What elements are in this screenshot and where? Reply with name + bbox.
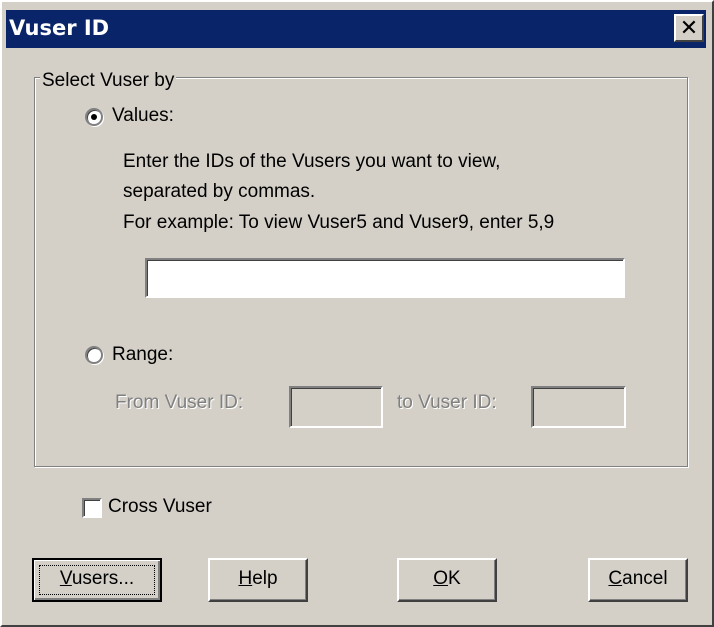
from-vuser-id-input[interactable] [289,386,383,428]
help-label-rest: elp [252,568,278,589]
instructions-line-3: For example: To view Vuser5 and Vuser9, … [123,212,555,233]
ok-button[interactable]: OK [397,558,497,602]
close-icon: ✕ [679,15,699,40]
cancel-button[interactable]: Cancel [588,558,688,602]
values-input[interactable] [145,258,625,298]
cross-vuser-checkbox[interactable] [82,498,102,518]
vuser-id-dialog: Vuser ID ✕ Select Vuser by Values: Enter… [0,0,714,627]
to-vuser-id-label: to Vuser ID: [397,392,497,413]
range-radio-label[interactable]: Range: [112,343,173,367]
vusers-button[interactable]: Vusers... [32,558,162,602]
instructions-line-2: separated by commas. [123,181,316,202]
values-radio-label[interactable]: Values: [112,104,174,128]
from-vuser-id-label: From Vuser ID: [115,392,244,413]
cancel-label-rest: ancel [622,568,668,589]
ok-mnemonic: O [433,568,449,589]
to-vuser-id-input[interactable] [531,386,626,428]
group-legend: Select Vuser by [40,70,177,92]
cancel-mnemonic: C [608,568,623,589]
values-radio[interactable] [85,108,103,126]
cross-vuser-label[interactable]: Cross Vuser [108,495,212,519]
vusers-mnemonic: V [59,568,72,589]
close-button[interactable]: ✕ [674,14,704,42]
help-mnemonic: H [238,568,253,589]
title-bar[interactable]: Vuser ID ✕ [6,10,706,48]
window-title: Vuser ID [9,16,110,40]
ok-label-rest: K [448,568,461,589]
instructions-line-1: Enter the IDs of the Vusers you want to … [123,151,501,172]
range-radio[interactable] [85,346,103,364]
radio-selected-dot [91,114,97,120]
help-button[interactable]: Help [208,558,308,602]
vusers-label-rest: users... [71,568,135,589]
